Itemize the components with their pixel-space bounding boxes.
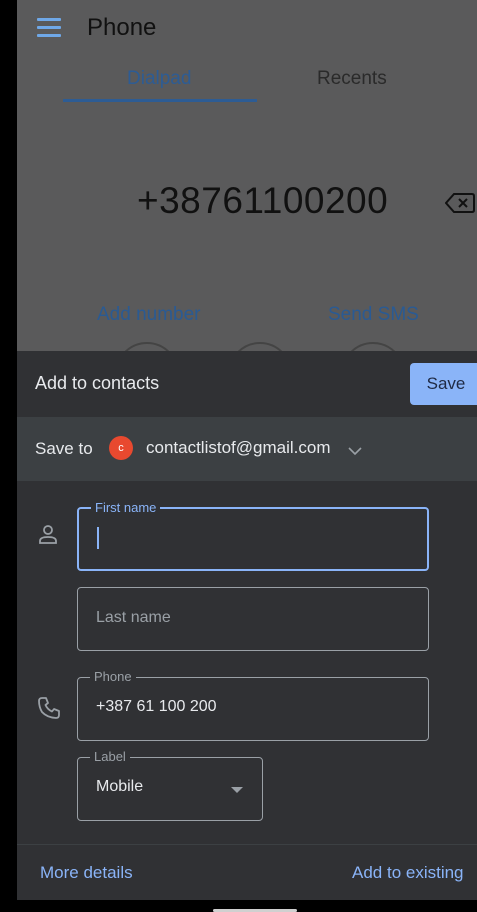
active-tab-indicator <box>63 99 257 102</box>
save-button[interactable]: Save <box>410 363 477 405</box>
add-to-contacts-sheet: Add to contacts Save Save to c contactli… <box>17 351 477 900</box>
add-to-existing-button[interactable]: Add to existing <box>352 863 464 883</box>
app-title: Phone <box>87 14 157 41</box>
app-bar: Phone <box>17 0 477 58</box>
account-avatar: c <box>109 436 133 460</box>
sheet-title: Add to contacts <box>35 373 160 393</box>
tab-recents[interactable]: Recents <box>317 68 387 90</box>
dialed-number: +38761100200 <box>137 180 389 221</box>
send-sms-link[interactable]: Send SMS <box>328 304 419 326</box>
divider <box>17 844 477 845</box>
dropdown-arrow-icon <box>231 787 243 793</box>
phone-icon <box>37 696 61 720</box>
account-email: contactlistof@gmail.com <box>146 438 331 457</box>
phone-app-background: Phone Dialpad Recents +38761100200 Add n… <box>17 0 477 406</box>
label-dropdown[interactable]: Label Mobile <box>77 749 263 821</box>
more-details-button[interactable]: More details <box>40 863 133 883</box>
phone-value: +387 61 100 200 <box>96 698 217 715</box>
first-name-field[interactable]: First name <box>77 500 429 571</box>
screen: Phone Dialpad Recents +38761100200 Add n… <box>17 0 477 900</box>
text-cursor <box>97 527 99 549</box>
sheet-header: Add to contacts Save <box>17 351 477 417</box>
add-number-link[interactable]: Add number <box>97 304 201 326</box>
label-value: Mobile <box>96 778 144 795</box>
phone-label: Phone <box>90 669 136 684</box>
save-to-label: Save to <box>35 439 93 458</box>
tab-bar: Dialpad Recents <box>63 68 477 102</box>
person-icon <box>37 523 59 545</box>
last-name-field[interactable]: Last name <box>77 587 429 651</box>
first-name-label: First name <box>91 500 161 515</box>
menu-icon[interactable] <box>37 18 61 40</box>
label-legend: Label <box>90 749 130 764</box>
device-frame: Phone Dialpad Recents +38761100200 Add n… <box>0 0 477 912</box>
tab-dialpad[interactable]: Dialpad <box>127 68 191 90</box>
backspace-icon[interactable] <box>444 192 475 214</box>
phone-field[interactable]: Phone +387 61 100 200 <box>77 669 429 741</box>
last-name-placeholder: Last name <box>96 609 171 626</box>
chevron-down-icon[interactable] <box>348 441 362 456</box>
save-to-account-selector[interactable]: Save to c contactlistof@gmail.com <box>17 417 477 481</box>
